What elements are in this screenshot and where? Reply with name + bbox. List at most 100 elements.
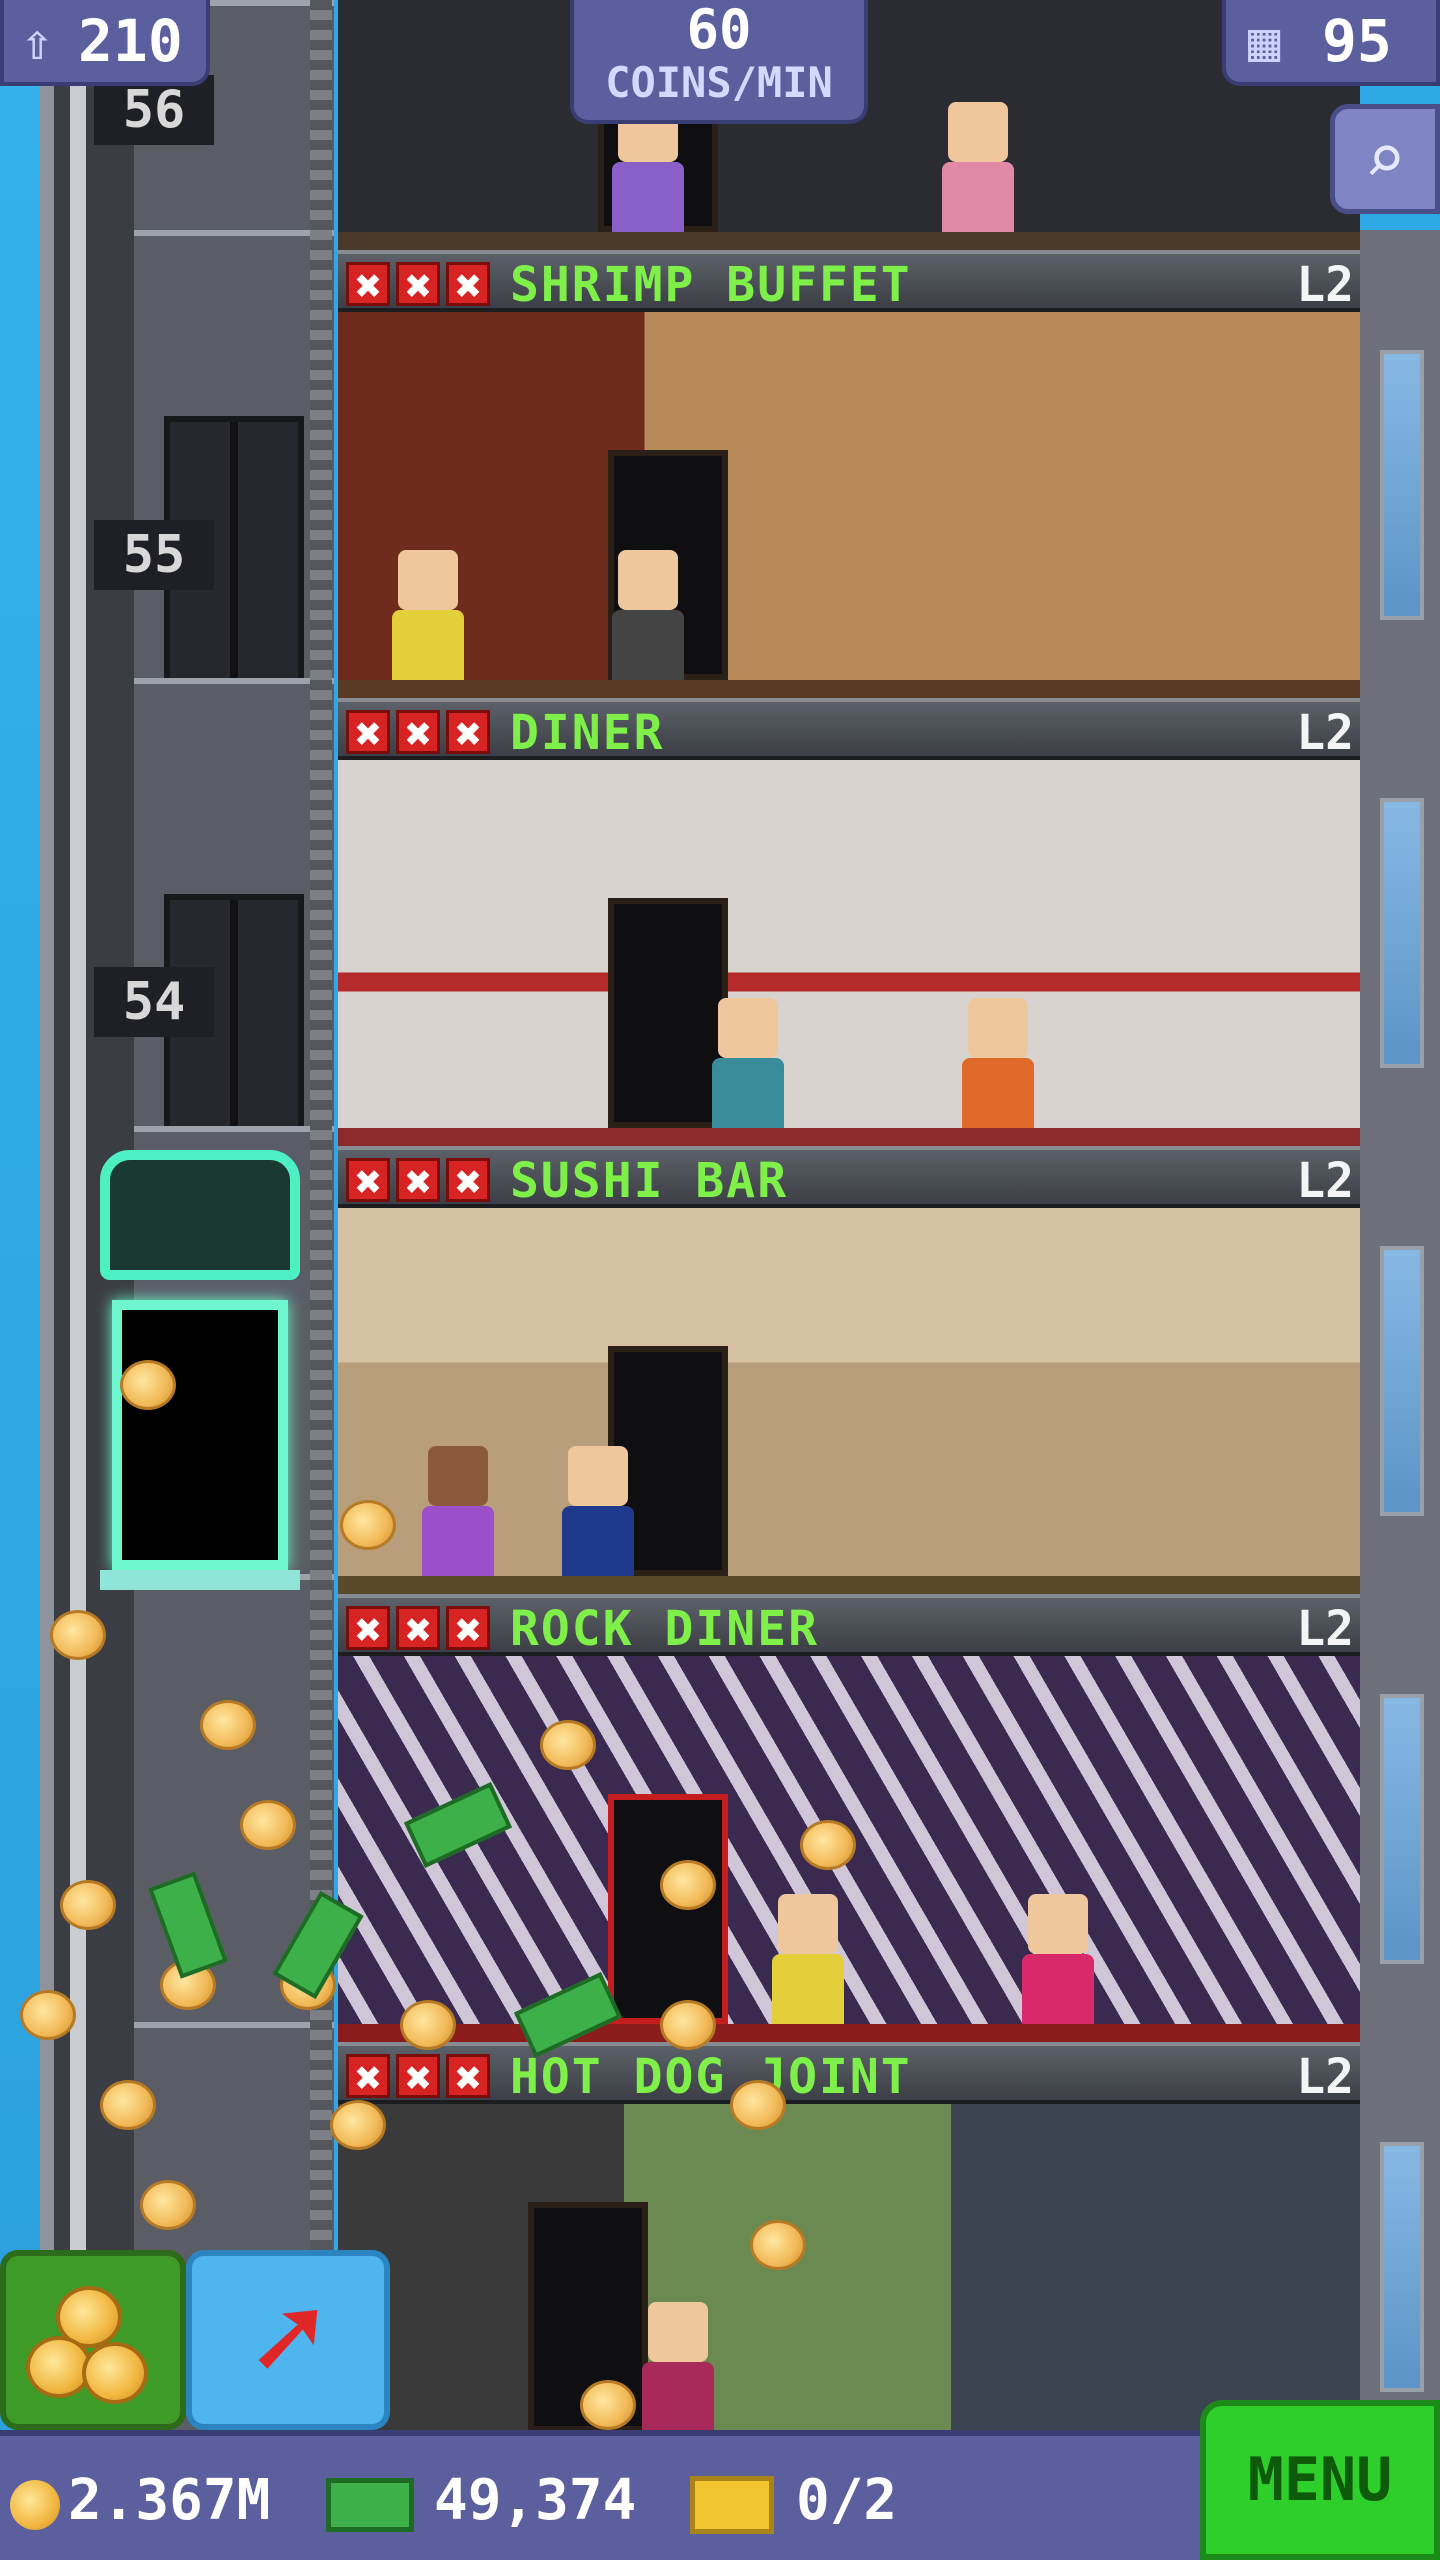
resident[interactable] xyxy=(418,1446,498,1576)
building-window xyxy=(1380,798,1424,1068)
ticket-icon[interactable] xyxy=(690,2476,774,2534)
stock-empty-icon: ✖ xyxy=(446,710,490,755)
elevator-rocket-button[interactable]: ➚ xyxy=(186,2250,390,2430)
building-edge xyxy=(1360,230,1440,2450)
stock-status: ✖ ✖ ✖ xyxy=(346,1158,496,1204)
resident-body xyxy=(422,1506,494,1576)
building-window xyxy=(1380,1246,1424,1516)
floor-number-55: 55 xyxy=(94,520,214,590)
coin-icon xyxy=(20,1990,76,2040)
floor-number-54: 54 xyxy=(94,967,214,1037)
coin-icon xyxy=(540,1720,596,1770)
stock-empty-icon: ✖ xyxy=(396,262,440,307)
room-floor xyxy=(338,1128,1360,1146)
floors-counter[interactable]: ▦ 95 xyxy=(1222,0,1440,86)
floor-room[interactable] xyxy=(338,760,1360,1146)
resident-body xyxy=(612,162,684,232)
floor-sushi-bar[interactable]: ✖ ✖ ✖ SUSHI BAR L2 xyxy=(338,1146,1360,1594)
coin-icon xyxy=(340,1500,396,1550)
resident[interactable] xyxy=(958,998,1038,1128)
resident-head xyxy=(718,998,778,1058)
search-button[interactable]: ⌕ xyxy=(1330,104,1440,214)
resident-head xyxy=(398,550,458,610)
room-floor xyxy=(338,680,1360,698)
floor-name: ROCK DINER xyxy=(510,1601,819,1657)
floor-room[interactable] xyxy=(338,312,1360,698)
coin-icon xyxy=(800,1820,856,1870)
resident[interactable] xyxy=(708,998,788,1128)
floor-room[interactable] xyxy=(338,1208,1360,1594)
stock-empty-icon: ✖ xyxy=(446,2054,490,2099)
floor-hot-dog-joint[interactable]: ✖ ✖ ✖ HOT DOG JOINT L2 xyxy=(338,2042,1360,2450)
floors-value: 95 xyxy=(1322,7,1392,75)
magnifier-icon: ⌕ xyxy=(1363,118,1407,200)
menu-button[interactable]: MENU xyxy=(1200,2400,1440,2560)
resident[interactable] xyxy=(638,2302,718,2432)
coin-icon xyxy=(580,2380,636,2430)
coin-icon xyxy=(750,2220,806,2270)
room-floor xyxy=(338,2024,1360,2042)
resident-head xyxy=(428,1446,488,1506)
stock-empty-icon: ✖ xyxy=(346,1158,390,1203)
resident[interactable] xyxy=(388,550,468,680)
stock-empty-icon: ✖ xyxy=(346,710,390,755)
tickets-value: 0/2 xyxy=(796,2468,898,2533)
floor-header: ✖ ✖ ✖ SUSHI BAR L2 xyxy=(338,1146,1360,1209)
person-up-icon: ⇧ xyxy=(22,13,53,71)
room-wall xyxy=(338,312,1360,698)
floor-level: L2 xyxy=(1296,1153,1354,1209)
shaft-divider xyxy=(310,0,332,2450)
stock-empty-icon: ✖ xyxy=(346,1606,390,1651)
floor-diner[interactable]: ✖ ✖ ✖ DINER L2 xyxy=(338,698,1360,1146)
stock-empty-icon: ✖ xyxy=(446,262,490,307)
coins-value: 2.367M xyxy=(68,2468,271,2533)
resident-body xyxy=(712,1058,784,1128)
stock-status: ✖ ✖ ✖ xyxy=(346,2054,496,2100)
resident-head xyxy=(618,550,678,610)
resident[interactable] xyxy=(938,102,1018,232)
coins-rate-unit: COINS/MIN xyxy=(605,58,833,107)
floor-level: L2 xyxy=(1296,705,1354,761)
resident[interactable] xyxy=(558,1446,638,1576)
elevator-base xyxy=(100,1570,300,1590)
population-value: 210 xyxy=(78,7,183,75)
floor-name: SUSHI BAR xyxy=(510,1153,789,1209)
floor-shrimp-buffet[interactable]: ✖ ✖ ✖ SHRIMP BUFFET L2 xyxy=(338,250,1360,698)
collect-coins-button[interactable] xyxy=(0,2250,186,2430)
resident[interactable] xyxy=(1018,1894,1098,2024)
resident-head xyxy=(948,102,1008,162)
bux-icon[interactable] xyxy=(326,2478,414,2532)
room-wall xyxy=(338,760,1360,1146)
floor-level: L2 xyxy=(1296,2049,1354,2105)
resident-body xyxy=(642,2362,714,2432)
floor-level: L2 xyxy=(1296,1601,1354,1657)
stock-status: ✖ ✖ ✖ xyxy=(346,1606,496,1652)
resident-body xyxy=(772,1954,844,2024)
shaft-cell-55 xyxy=(134,678,334,1184)
coins-rate-value: 60 xyxy=(686,0,752,61)
coin-icon xyxy=(100,2080,156,2130)
tower-floors: ✖ ✖ ✖ SHRIMP BUFFET L2 ✖ ✖ ✖ DINER L2 ✖ … xyxy=(338,0,1360,2450)
resident-body xyxy=(562,1506,634,1576)
floor-name: HOT DOG JOINT xyxy=(510,2049,912,2105)
stock-empty-icon: ✖ xyxy=(346,262,390,307)
resident-head xyxy=(648,2302,708,2362)
elevator-cab[interactable] xyxy=(112,1300,288,1570)
coin-icon xyxy=(330,2100,386,2150)
stock-status: ✖ ✖ ✖ xyxy=(346,262,496,308)
resident[interactable] xyxy=(608,550,688,680)
floor-room[interactable] xyxy=(338,2104,1360,2450)
resident-body xyxy=(612,610,684,680)
population-counter[interactable]: ⇧ 210 xyxy=(0,0,210,86)
stock-empty-icon: ✖ xyxy=(346,2054,390,2099)
floor-name: DINER xyxy=(510,705,665,761)
floor-header: ✖ ✖ ✖ ROCK DINER L2 xyxy=(338,1594,1360,1657)
resident-head xyxy=(778,1894,838,1954)
resident-body xyxy=(1022,1954,1094,2024)
room-floor xyxy=(338,232,1360,250)
resident[interactable] xyxy=(768,1894,848,2024)
floor-name: SHRIMP BUFFET xyxy=(510,257,912,313)
coin-icon xyxy=(120,1360,176,1410)
room-wall xyxy=(338,2104,1360,2450)
coin-icon xyxy=(10,2480,60,2530)
